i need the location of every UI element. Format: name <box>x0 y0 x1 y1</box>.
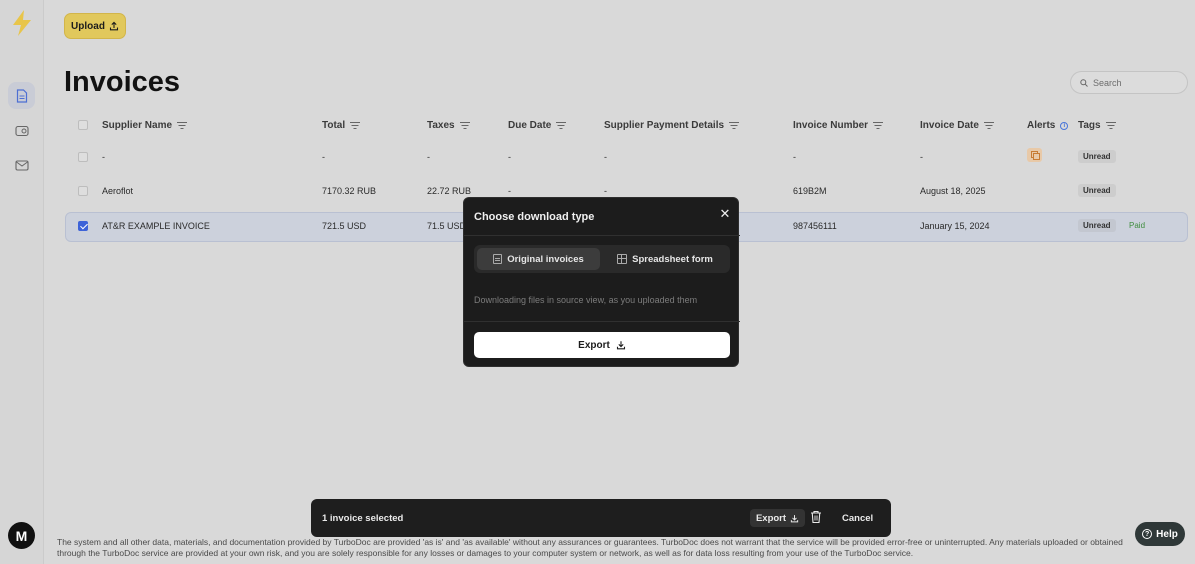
search-icon <box>1080 78 1088 87</box>
cell-payment-details: - <box>604 152 607 162</box>
page-title: Invoices <box>64 66 181 98</box>
modal-description: Downloading files in source view, as you… <box>474 295 698 305</box>
column-invoice-date[interactable]: Invoice Date <box>920 120 994 131</box>
option-original-invoices[interactable]: Original invoices <box>477 248 600 270</box>
filter-icon[interactable] <box>556 122 566 129</box>
close-icon[interactable]: ✕ <box>718 207 732 221</box>
tag-unread: Unread <box>1078 219 1116 232</box>
mail-icon <box>14 160 29 171</box>
cell-total: 721.5 USD <box>322 221 367 231</box>
download-type-modal: Choose download type ✕ Original invoices… <box>463 197 740 367</box>
search-input[interactable] <box>1093 77 1178 88</box>
sidebar-item-payments[interactable] <box>8 117 35 144</box>
cell-supplier[interactable]: - <box>102 152 105 162</box>
sidebar: M <box>0 0 44 564</box>
tag-unread: Unread <box>1078 184 1116 197</box>
cell-due-date: - <box>508 186 511 196</box>
download-type-toggle: Original invoices Spreadsheet form <box>474 245 730 273</box>
upload-icon <box>109 21 118 31</box>
row-checkbox[interactable] <box>78 186 88 196</box>
row-checkbox[interactable] <box>78 152 88 162</box>
cell-taxes: 71.5 USD <box>427 221 467 231</box>
upload-button[interactable]: Upload <box>64 13 126 39</box>
select-all-checkbox[interactable] <box>78 120 88 130</box>
document-icon <box>493 254 503 264</box>
column-taxes[interactable]: Taxes <box>427 120 470 131</box>
disclaimer-text: The system and all other data, materials… <box>57 537 1123 558</box>
column-supplier-payment-details[interactable]: Supplier Payment Details <box>604 120 739 131</box>
divider <box>464 321 740 322</box>
info-icon[interactable]: i <box>1060 121 1069 130</box>
cell-payment-details: - <box>604 186 607 196</box>
filter-icon[interactable] <box>350 122 360 129</box>
avatar[interactable]: M <box>8 522 35 549</box>
lightning-logo-icon[interactable] <box>9 9 35 37</box>
filter-icon[interactable] <box>873 122 883 129</box>
cell-taxes: 22.72 RUB <box>427 186 472 196</box>
cell-invoice-date: August 18, 2025 <box>920 186 986 196</box>
cell-invoice-number: 619B2M <box>793 186 827 196</box>
column-invoice-number[interactable]: Invoice Number <box>793 120 883 131</box>
help-button[interactable]: ? Help <box>1135 522 1185 546</box>
selection-count: 1 invoice selected <box>322 513 404 524</box>
spreadsheet-icon <box>617 254 628 264</box>
selection-bar: 1 invoice selected Export Cancel <box>311 499 891 537</box>
column-alerts[interactable]: Alerts i <box>1027 120 1069 131</box>
upload-label: Upload <box>71 20 105 32</box>
filter-icon[interactable] <box>1106 122 1116 129</box>
download-icon <box>790 514 799 522</box>
duplicate-alert-icon[interactable] <box>1027 148 1042 162</box>
modal-title: Choose download type <box>474 211 595 223</box>
cancel-button[interactable]: Cancel <box>842 513 873 524</box>
divider <box>464 235 740 236</box>
sidebar-item-invoices[interactable] <box>8 82 35 109</box>
column-supplier-name[interactable]: Supplier Name <box>102 120 187 131</box>
filter-icon[interactable] <box>729 122 739 129</box>
export-button[interactable]: Export <box>474 332 730 358</box>
filter-icon[interactable] <box>460 122 470 129</box>
cell-invoice-number: - <box>793 152 796 162</box>
wallet-icon <box>14 125 29 136</box>
trash-icon[interactable] <box>810 510 822 524</box>
row-checkbox-checked[interactable] <box>78 221 88 231</box>
download-icon <box>616 341 625 350</box>
option-spreadsheet-form[interactable]: Spreadsheet form <box>603 248 727 270</box>
cell-supplier[interactable]: Aeroflot <box>102 186 133 196</box>
column-due-date[interactable]: Due Date <box>508 120 566 131</box>
filter-icon[interactable] <box>177 122 187 129</box>
cell-total: 7170.32 RUB <box>322 186 377 196</box>
search-box[interactable] <box>1070 71 1188 94</box>
tag-paid: Paid <box>1129 221 1146 230</box>
cell-supplier[interactable]: AT&R EXAMPLE INVOICE <box>102 221 210 231</box>
cell-total: - <box>322 152 325 162</box>
cell-invoice-date: - <box>920 152 923 162</box>
document-icon <box>16 88 27 103</box>
bar-export-button[interactable]: Export <box>750 509 805 527</box>
tag-unread: Unread <box>1078 150 1116 163</box>
cell-due-date: - <box>508 152 511 162</box>
cell-taxes: - <box>427 152 430 162</box>
cell-invoice-number: 987456111 <box>793 221 837 231</box>
filter-icon[interactable] <box>984 122 994 129</box>
sidebar-item-mail[interactable] <box>8 152 35 179</box>
column-total[interactable]: Total <box>322 120 360 131</box>
help-icon: ? <box>1142 529 1153 539</box>
cell-invoice-date: January 15, 2024 <box>920 221 990 231</box>
column-tags[interactable]: Tags <box>1078 120 1116 131</box>
